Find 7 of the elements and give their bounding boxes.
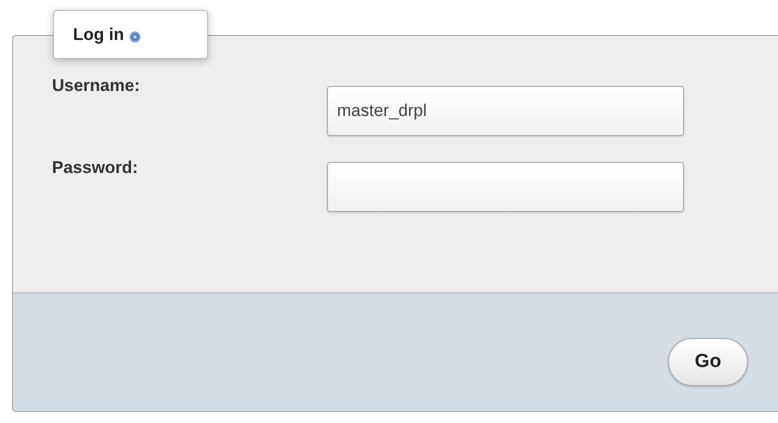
- help-icon[interactable]: [128, 30, 141, 42]
- go-button[interactable]: Go: [668, 338, 748, 386]
- legend-title: Log in: [73, 24, 124, 44]
- field-label: Username:: [52, 76, 141, 96]
- field-label: Password:: [52, 158, 139, 178]
- input-field[interactable]: [327, 162, 684, 212]
- input-field[interactable]: master_drpl: [327, 86, 684, 136]
